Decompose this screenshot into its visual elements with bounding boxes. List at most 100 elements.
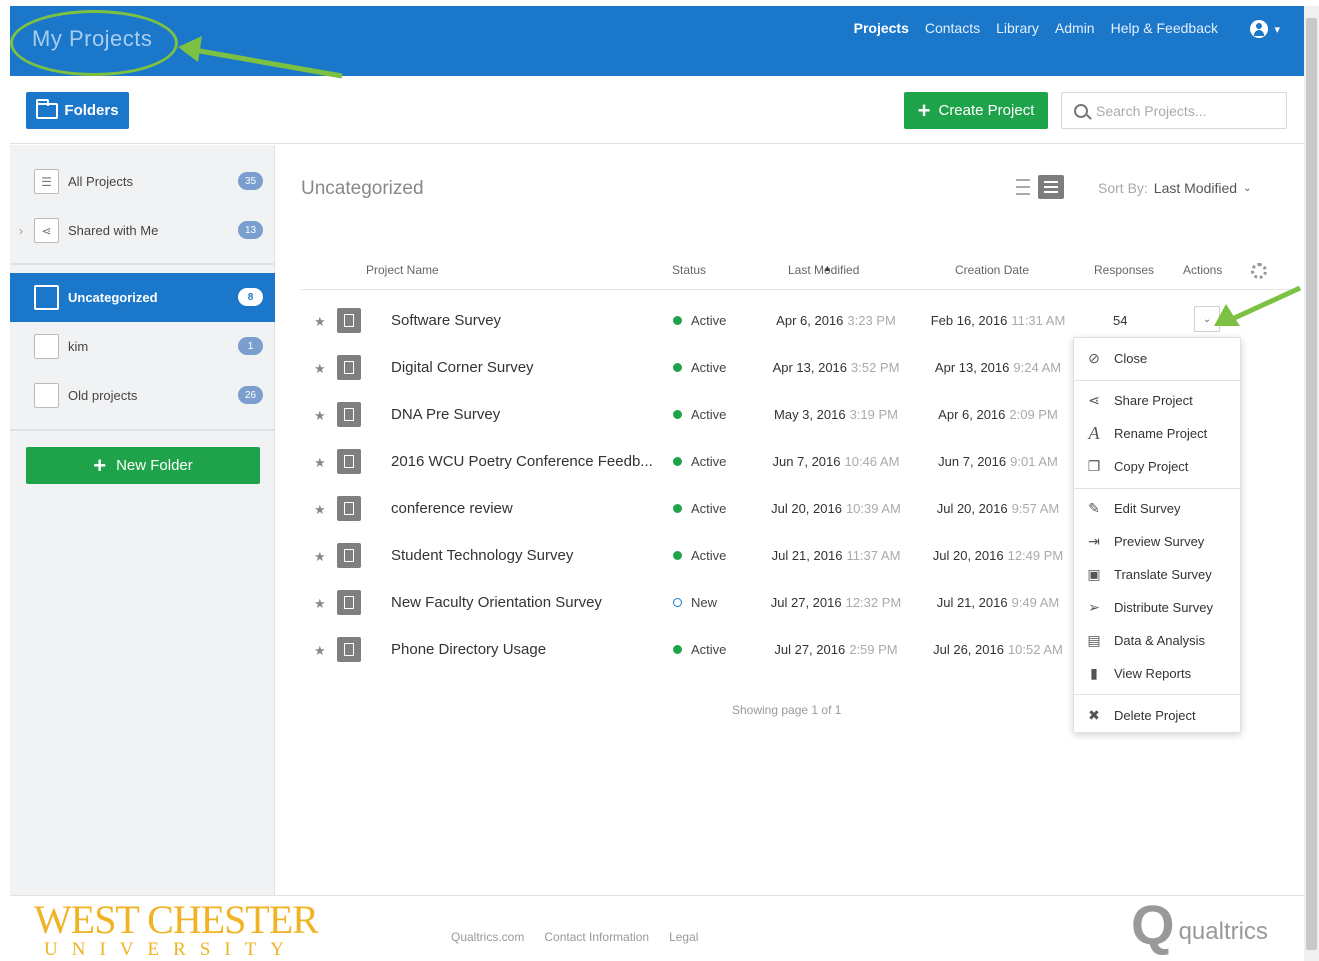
- list-view-icon[interactable]: [1038, 175, 1064, 199]
- star-icon[interactable]: ★: [314, 596, 326, 612]
- nav-contacts[interactable]: Contacts: [917, 20, 988, 36]
- chevron-right-icon[interactable]: ›: [19, 224, 23, 238]
- sidebar-item-label: Uncategorized: [68, 290, 158, 305]
- status-label: Active: [691, 313, 727, 328]
- list-icon: ☰: [34, 169, 59, 194]
- menu-item-delete-project[interactable]: ✖ Delete Project: [1074, 699, 1242, 731]
- page-brand-title: My Projects: [32, 26, 153, 51]
- nav-library[interactable]: Library: [988, 20, 1047, 36]
- project-name[interactable]: New Faculty Orientation Survey: [391, 594, 602, 611]
- status-dot-icon: [673, 410, 682, 419]
- last-modified-time: 2:59 PM: [849, 642, 898, 657]
- menu-item-distribute-survey[interactable]: ➢ Distribute Survey: [1074, 591, 1242, 623]
- footer-link-qualtrics[interactable]: Qualtrics.com: [451, 930, 524, 944]
- star-icon[interactable]: ★: [314, 549, 326, 565]
- creation-time: 10:52 AM: [1007, 642, 1063, 657]
- creation-date-value: Jul 26, 2016: [933, 642, 1004, 657]
- scrollbar-thumb[interactable]: [1306, 18, 1317, 950]
- share-icon: ⋖: [1088, 391, 1100, 408]
- sidebar-item-shared[interactable]: › ⋖ Shared with Me 13: [10, 206, 275, 255]
- search-input[interactable]: [1096, 102, 1266, 119]
- project-name[interactable]: Phone Directory Usage: [391, 641, 546, 658]
- creation-time: 9:01 AM: [1010, 454, 1058, 469]
- menu-divider: [1074, 488, 1242, 489]
- footer-links: Qualtrics.com Contact Information Legal: [451, 930, 698, 944]
- project-name[interactable]: Software Survey: [391, 312, 501, 329]
- sidebar-item-label: kim: [68, 339, 89, 354]
- creation-time: 11:31 AM: [1011, 313, 1066, 328]
- survey-icon: [337, 590, 361, 615]
- create-project-button[interactable]: + Create Project: [904, 92, 1048, 129]
- view-toggle: [1016, 175, 1064, 199]
- data-icon: ▤: [1087, 631, 1101, 648]
- menu-item-label: Close: [1114, 350, 1148, 366]
- menu-item-view-reports[interactable]: ▮ View Reports: [1074, 657, 1242, 689]
- star-icon[interactable]: ★: [314, 408, 326, 424]
- project-name[interactable]: 2016 WCU Poetry Conference Feedb...: [391, 453, 653, 470]
- star-icon[interactable]: ★: [314, 455, 326, 471]
- star-icon[interactable]: ★: [314, 643, 326, 659]
- project-status: Active: [673, 313, 726, 328]
- footer-link-legal[interactable]: Legal: [669, 930, 698, 944]
- footer-link-contact[interactable]: Contact Information: [544, 930, 649, 944]
- chevron-down-icon: ⌄: [1202, 313, 1212, 325]
- menu-item-rename-project[interactable]: A Rename Project: [1074, 417, 1242, 449]
- nav-projects[interactable]: Projects: [846, 20, 917, 36]
- menu-item-close[interactable]: ⊘ Close: [1074, 342, 1242, 374]
- plus-icon: +: [93, 452, 107, 478]
- nav-help-feedback[interactable]: Help & Feedback: [1103, 20, 1226, 36]
- actions-menu: ⊘ Close ⋖ Share Project A Rename Project…: [1073, 337, 1242, 733]
- compact-view-icon[interactable]: [1016, 179, 1030, 195]
- sidebar-item-kim[interactable]: kim 1: [10, 322, 275, 371]
- column-status[interactable]: Status: [672, 263, 706, 277]
- annotation-arrow-left: [178, 36, 343, 79]
- creation-date-value: Jul 21, 2016: [936, 595, 1008, 610]
- new-folder-button[interactable]: + New Folder: [26, 447, 260, 484]
- creation-date: Jul 21, 2016 9:49 AM: [928, 595, 1068, 610]
- annotation-arrow-right: [1214, 285, 1302, 326]
- status-label: Active: [691, 548, 727, 563]
- last-modified-date: Apr 13, 2016: [772, 360, 848, 375]
- menu-item-label: Delete Project: [1114, 707, 1196, 723]
- project-name[interactable]: DNA Pre Survey: [391, 406, 500, 423]
- sidebar-item-old-projects[interactable]: Old projects 26: [10, 371, 275, 420]
- star-icon[interactable]: ★: [314, 314, 326, 330]
- project-name[interactable]: Digital Corner Survey: [391, 359, 534, 376]
- menu-item-translate-survey[interactable]: ▣ Translate Survey: [1074, 558, 1242, 590]
- menu-item-label: Copy Project: [1114, 458, 1189, 474]
- project-name[interactable]: conference review: [391, 500, 513, 517]
- qualtrics-mark: Q: [1131, 893, 1175, 956]
- creation-date: Jul 26, 2016 10:52 AM: [928, 642, 1068, 657]
- chevron-down-icon: ▾: [1274, 23, 1280, 36]
- menu-item-preview-survey[interactable]: ⇥ Preview Survey: [1074, 525, 1242, 557]
- creation-date-value: Apr 13, 2016: [934, 360, 1010, 375]
- folder-icon: [34, 383, 59, 408]
- last-modified-date: Jul 20, 2016: [771, 501, 842, 516]
- column-creation-date[interactable]: Creation Date: [955, 263, 1029, 277]
- column-responses[interactable]: Responses: [1094, 263, 1154, 277]
- user-menu[interactable]: ▾: [1250, 20, 1280, 38]
- menu-item-copy-project[interactable]: ❐ Copy Project: [1074, 450, 1242, 482]
- creation-date: Jun 7, 2016 9:01 AM: [928, 454, 1068, 469]
- creation-date: Jul 20, 2016 12:49 PM: [928, 548, 1068, 563]
- project-name[interactable]: Student Technology Survey: [391, 547, 573, 564]
- sidebar-item-all-projects[interactable]: ☰ All Projects 35: [10, 157, 275, 206]
- menu-item-edit-survey[interactable]: ✎ Edit Survey: [1074, 492, 1242, 524]
- project-status: Active: [673, 548, 726, 563]
- folders-button-label: Folders: [64, 102, 119, 119]
- nav-admin[interactable]: Admin: [1047, 20, 1103, 36]
- menu-item-data-analysis[interactable]: ▤ Data & Analysis: [1074, 624, 1242, 656]
- star-icon[interactable]: ★: [314, 361, 326, 377]
- pagination-text: Showing page 1 of 1: [732, 703, 842, 717]
- menu-item-share-project[interactable]: ⋖ Share Project: [1074, 384, 1242, 416]
- survey-icon: [337, 308, 361, 333]
- column-last-modified[interactable]: Last Modified: [788, 263, 859, 277]
- column-project-name[interactable]: Project Name: [366, 263, 439, 277]
- sidebar-item-uncategorized[interactable]: Uncategorized 8: [10, 273, 275, 322]
- star-icon[interactable]: ★: [314, 502, 326, 518]
- menu-item-label: Data & Analysis: [1114, 632, 1206, 648]
- gear-icon[interactable]: [1251, 263, 1267, 279]
- sort-label: Sort By:: [1098, 180, 1148, 196]
- folders-button[interactable]: Folders: [26, 92, 129, 129]
- sort-dropdown[interactable]: Sort By: Last Modified ⌄: [1098, 180, 1251, 196]
